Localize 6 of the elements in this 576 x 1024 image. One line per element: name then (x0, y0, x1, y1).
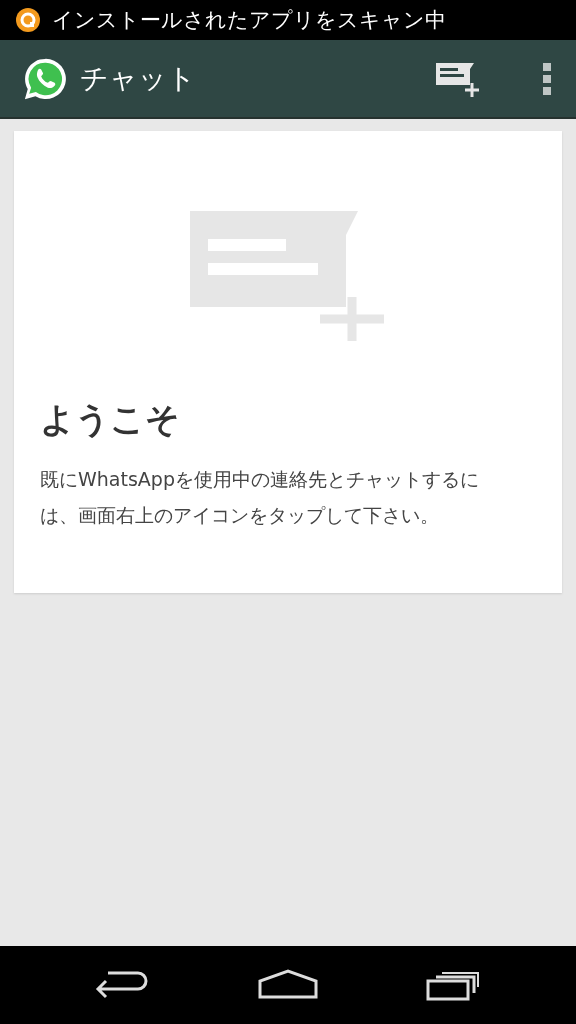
scanner-icon (16, 8, 40, 32)
welcome-message: 既にWhatsAppを使用中の連絡先とチャットするには、画面右上のアイコンをタップして下さい。 (40, 467, 480, 528)
app-title: チャット (80, 60, 196, 97)
menu-icon (542, 61, 552, 96)
welcome-title: ようこそ (40, 398, 181, 441)
notification-text: インストールされたアプリをスキャン中 (52, 7, 446, 34)
